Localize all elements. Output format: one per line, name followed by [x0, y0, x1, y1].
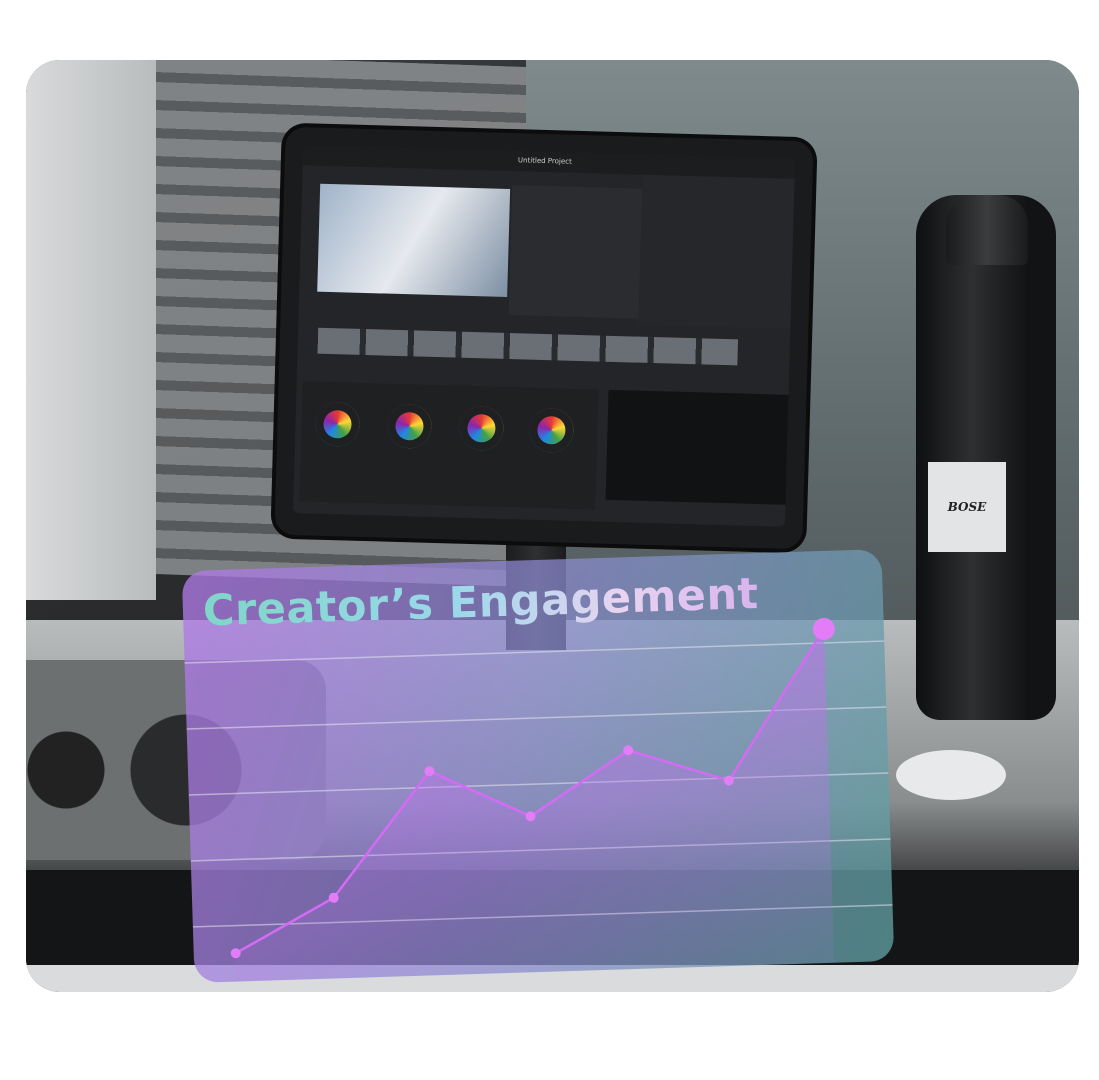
project-title: Untitled Project	[517, 156, 572, 166]
color-wheel	[314, 401, 361, 447]
waveform-scope	[605, 389, 789, 505]
tablet: Untitled Project	[274, 126, 814, 550]
color-wheel	[458, 405, 505, 451]
color-wheel	[528, 407, 575, 453]
video-viewer	[317, 183, 511, 297]
clip-thumbnails	[317, 327, 739, 366]
bottle-cap	[946, 195, 1028, 265]
chart-gridline	[184, 640, 885, 664]
mouse	[896, 750, 1006, 800]
chart-point-highlight	[812, 617, 835, 640]
color-wheels-panel	[299, 381, 599, 510]
engagement-card: Creator’s Engagement	[181, 549, 895, 983]
node-graph	[508, 185, 643, 319]
inspector-panel	[638, 174, 795, 329]
bottle-label: BOSE	[928, 462, 1006, 552]
chart-area	[235, 628, 835, 982]
water-bottle	[916, 195, 1056, 720]
tablet-screen: Untitled Project	[293, 145, 796, 527]
color-wheel	[386, 403, 433, 449]
monitor	[26, 60, 156, 600]
